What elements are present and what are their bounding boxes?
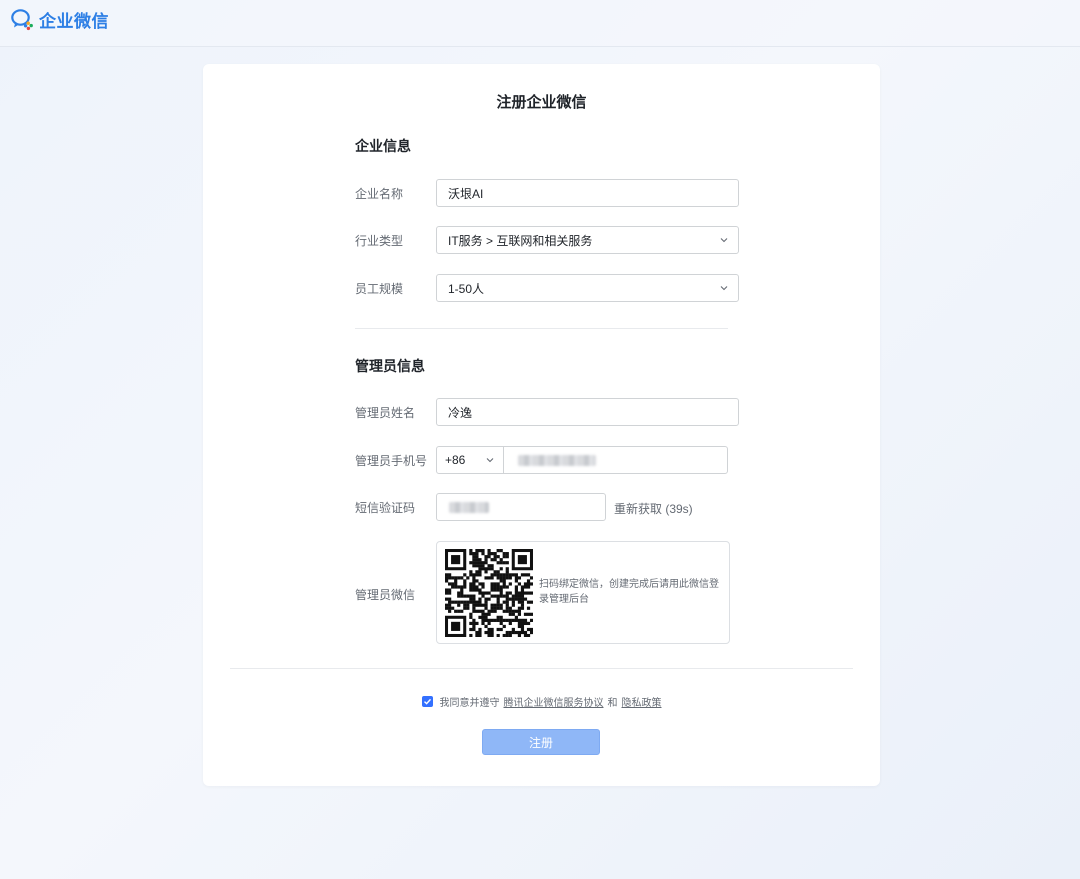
admin-phone-field: +86 [436, 446, 728, 474]
terms-link[interactable]: 腾讯企业微信服务协议 [504, 694, 604, 709]
privacy-link[interactable]: 隐私政策 [622, 694, 662, 709]
company-size-label: 员工规模 [355, 282, 404, 296]
admin-name-input[interactable]: 冷逸 [436, 398, 739, 426]
industry-select[interactable]: IT服务 > 互联网和相关服务 [436, 226, 739, 254]
admin-phone-label: 管理员手机号 [355, 454, 428, 468]
logo-text: 企业微信 [39, 11, 109, 31]
agreement-row: 我同意并遵守 腾讯企业微信服务协议 和 隐私政策 [203, 694, 880, 709]
admin-wechat-label: 管理员微信 [355, 588, 416, 602]
resend-code-button[interactable]: 重新获取 (39s) [614, 500, 693, 517]
industry-value: IT服务 > 互联网和相关服务 [448, 233, 593, 248]
sms-code-input[interactable] [436, 493, 606, 521]
company-size-select[interactable]: 1-50人 [436, 274, 739, 302]
company-name-input[interactable]: 沃垠AI [436, 179, 739, 207]
phone-number-input[interactable] [504, 447, 727, 473]
wechat-bind-box: 扫码绑定微信，创建完成后请用此微信登录管理后台 [436, 541, 730, 644]
section-divider [355, 328, 728, 329]
page-title: 注册企业微信 [496, 94, 587, 111]
qr-tip-text: 扫码绑定微信，创建完成后请用此微信登录管理后台 [539, 579, 719, 605]
register-button[interactable]: 注册 [482, 729, 600, 755]
check-icon [423, 698, 431, 705]
admin-name-label: 管理员姓名 [355, 406, 416, 420]
chevron-down-icon [720, 286, 728, 291]
company-section-title: 企业信息 [355, 138, 411, 154]
country-code-select[interactable]: +86 [437, 447, 504, 473]
sms-code-label: 短信验证码 [355, 501, 416, 515]
chevron-down-icon [486, 458, 494, 463]
logo[interactable]: 企业微信 [10, 7, 109, 31]
company-name-value: 沃垠AI [448, 186, 484, 201]
chevron-down-icon [720, 238, 728, 243]
agreement-and: 和 [607, 698, 618, 709]
company-size-value: 1-50人 [448, 281, 485, 296]
admin-section-title: 管理员信息 [355, 358, 425, 374]
industry-label: 行业类型 [355, 234, 404, 248]
agreement-prefix: 我同意并遵守 [439, 698, 500, 709]
footer-divider [230, 668, 853, 669]
top-bar: 企业微信 [0, 0, 1080, 47]
admin-name-value: 冷逸 [448, 405, 473, 420]
country-code-value: +86 [445, 453, 466, 467]
redacted-phone-number [518, 455, 596, 466]
company-name-label: 企业名称 [355, 187, 404, 201]
register-card: 注册企业微信 企业信息 企业名称 沃垠AI 行业类型 IT服务 > 互联网和相关… [203, 64, 880, 786]
redacted-sms-code [449, 502, 489, 513]
agreement-checkbox[interactable] [421, 696, 433, 707]
wecom-logo-icon [11, 9, 33, 31]
qr-code-icon[interactable] [445, 549, 533, 637]
